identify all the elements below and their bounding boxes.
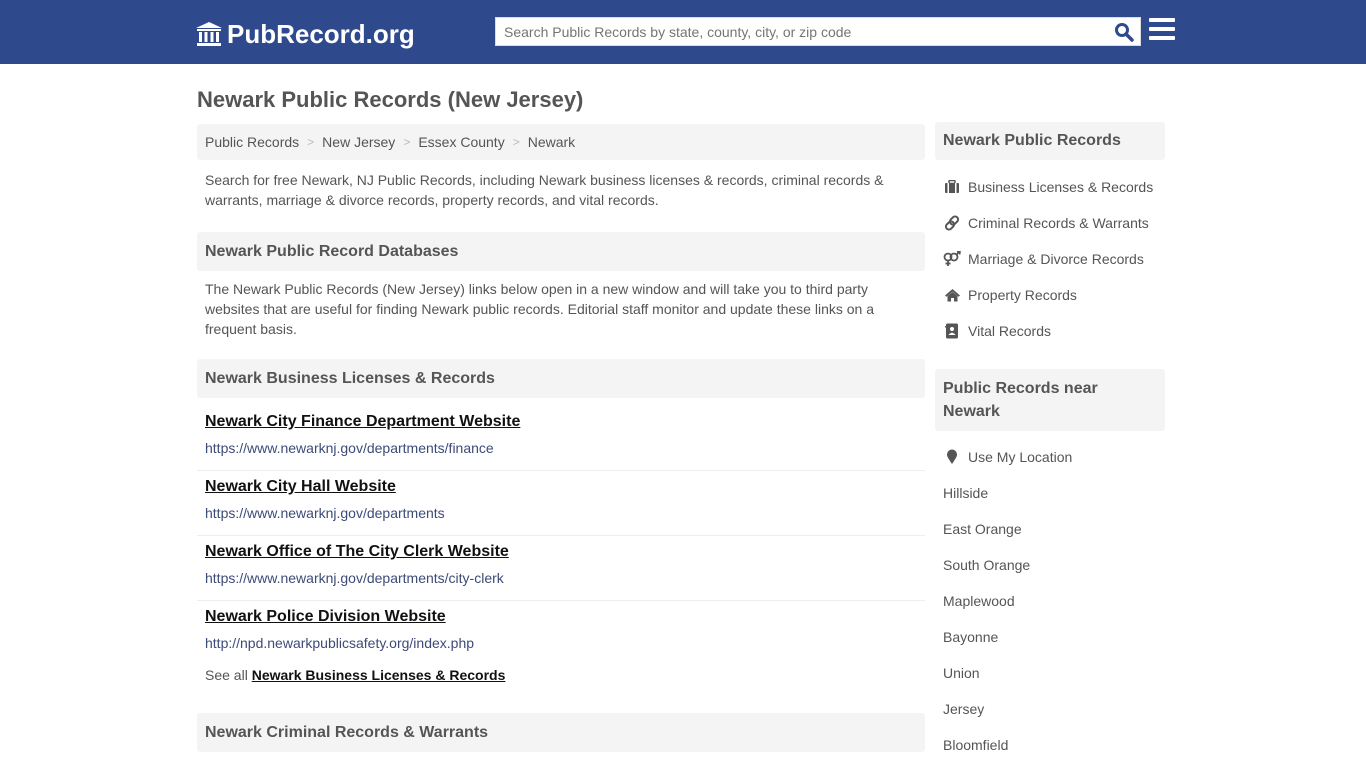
breadcrumb-separator: > bbox=[512, 135, 520, 149]
criminal-heading: Newark Criminal Records & Warrants bbox=[197, 713, 925, 752]
record-link-title[interactable]: Newark Police Division Website bbox=[205, 608, 446, 626]
breadcrumb-new-jersey[interactable]: New Jersey bbox=[322, 134, 395, 150]
business-heading: Newark Business Licenses & Records bbox=[197, 359, 925, 398]
search-button[interactable] bbox=[1112, 20, 1136, 44]
courthouse-icon bbox=[196, 22, 222, 46]
sidebar-records-heading: Newark Public Records bbox=[935, 122, 1165, 160]
breadcrumb: Public Records > New Jersey > Essex Coun… bbox=[197, 124, 925, 160]
see-all-row: See all Newark Business Licenses & Recor… bbox=[205, 667, 505, 683]
sidebar-item-criminal[interactable]: Criminal Records & Warrants bbox=[943, 213, 1149, 233]
hamburger-menu-button[interactable] bbox=[1149, 18, 1175, 42]
search-input[interactable] bbox=[496, 18, 1106, 45]
list-item: Newark City Hall Website https://www.new… bbox=[197, 471, 925, 536]
breadcrumb-separator: > bbox=[307, 135, 315, 149]
menu-bar-icon bbox=[1149, 36, 1175, 40]
nearby-city-link[interactable]: Jersey bbox=[943, 701, 984, 717]
record-link-title[interactable]: Newark City Finance Department Website bbox=[205, 413, 520, 431]
list-item: Newark City Finance Department Website h… bbox=[197, 406, 925, 471]
top-navbar: PubRecord.org bbox=[0, 0, 1366, 64]
intro-text: Search for free Newark, NJ Public Record… bbox=[205, 172, 884, 208]
gender-icon bbox=[943, 251, 961, 267]
nearby-city-link[interactable]: South Orange bbox=[943, 557, 1030, 573]
home-icon bbox=[943, 287, 961, 303]
record-link-title[interactable]: Newark Office of The City Clerk Website bbox=[205, 543, 509, 561]
nearby-city-link[interactable]: Bayonne bbox=[943, 629, 998, 645]
nearby-city-link[interactable]: Bloomfield bbox=[943, 737, 1008, 753]
breadcrumb-newark[interactable]: Newark bbox=[528, 134, 575, 150]
briefcase-icon bbox=[943, 179, 961, 195]
sidebar-item-marriage[interactable]: Marriage & Divorce Records bbox=[943, 249, 1144, 269]
list-item: Newark Police Division Website http://np… bbox=[197, 601, 925, 666]
search-icon bbox=[1115, 23, 1134, 42]
address-book-icon bbox=[943, 323, 961, 339]
see-all-prefix: See all bbox=[205, 667, 248, 683]
breadcrumb-public-records[interactable]: Public Records bbox=[205, 134, 299, 150]
sidebar-item-vital[interactable]: Vital Records bbox=[943, 321, 1051, 341]
menu-bar-icon bbox=[1149, 18, 1175, 22]
sidebar-item-label: Marriage & Divorce Records bbox=[968, 251, 1144, 267]
menu-bar-icon bbox=[1149, 27, 1175, 31]
see-all-business-link[interactable]: Newark Business Licenses & Records bbox=[252, 667, 506, 683]
nearby-city-link[interactable]: Hillside bbox=[943, 485, 988, 501]
sidebar-item-label: Business Licenses & Records bbox=[968, 179, 1154, 195]
map-marker-icon bbox=[943, 449, 961, 465]
databases-description: The Newark Public Records (New Jersey) l… bbox=[205, 281, 874, 337]
sidebar-item-label: Criminal Records & Warrants bbox=[968, 215, 1149, 231]
sidebar-item-label: Property Records bbox=[968, 287, 1077, 303]
sidebar-nearby-heading: Public Records near Newark bbox=[935, 369, 1165, 431]
link-icon bbox=[943, 215, 961, 231]
nearby-city-link[interactable]: East Orange bbox=[943, 521, 1022, 537]
use-my-location-link[interactable]: Use My Location bbox=[943, 447, 1072, 467]
logo-text: PubRecord.org bbox=[227, 19, 415, 49]
sidebar-item-label: Vital Records bbox=[968, 323, 1052, 339]
breadcrumb-separator: > bbox=[403, 135, 411, 149]
page-title: Newark Public Records (New Jersey) bbox=[197, 87, 584, 112]
search-bar bbox=[495, 17, 1141, 46]
record-link-url: https://www.newarknj.gov/departments/cit… bbox=[205, 570, 504, 586]
nearby-city-link[interactable]: Union bbox=[943, 665, 980, 681]
use-my-location-label: Use My Location bbox=[968, 449, 1073, 465]
site-logo[interactable]: PubRecord.org bbox=[195, 17, 415, 51]
sidebar-item-property[interactable]: Property Records bbox=[943, 285, 1077, 305]
databases-heading: Newark Public Record Databases bbox=[197, 232, 925, 271]
record-link-url: https://www.newarknj.gov/departments/fin… bbox=[205, 440, 494, 456]
record-link-url: http://npd.newarkpublicsafety.org/index.… bbox=[205, 635, 475, 651]
record-link-url: https://www.newarknj.gov/departments bbox=[205, 505, 445, 521]
nearby-city-link[interactable]: Maplewood bbox=[943, 593, 1015, 609]
list-item: Newark Office of The City Clerk Website … bbox=[197, 536, 925, 601]
sidebar-item-business[interactable]: Business Licenses & Records bbox=[943, 177, 1153, 197]
record-link-title[interactable]: Newark City Hall Website bbox=[205, 478, 396, 496]
breadcrumb-essex-county[interactable]: Essex County bbox=[418, 134, 504, 150]
